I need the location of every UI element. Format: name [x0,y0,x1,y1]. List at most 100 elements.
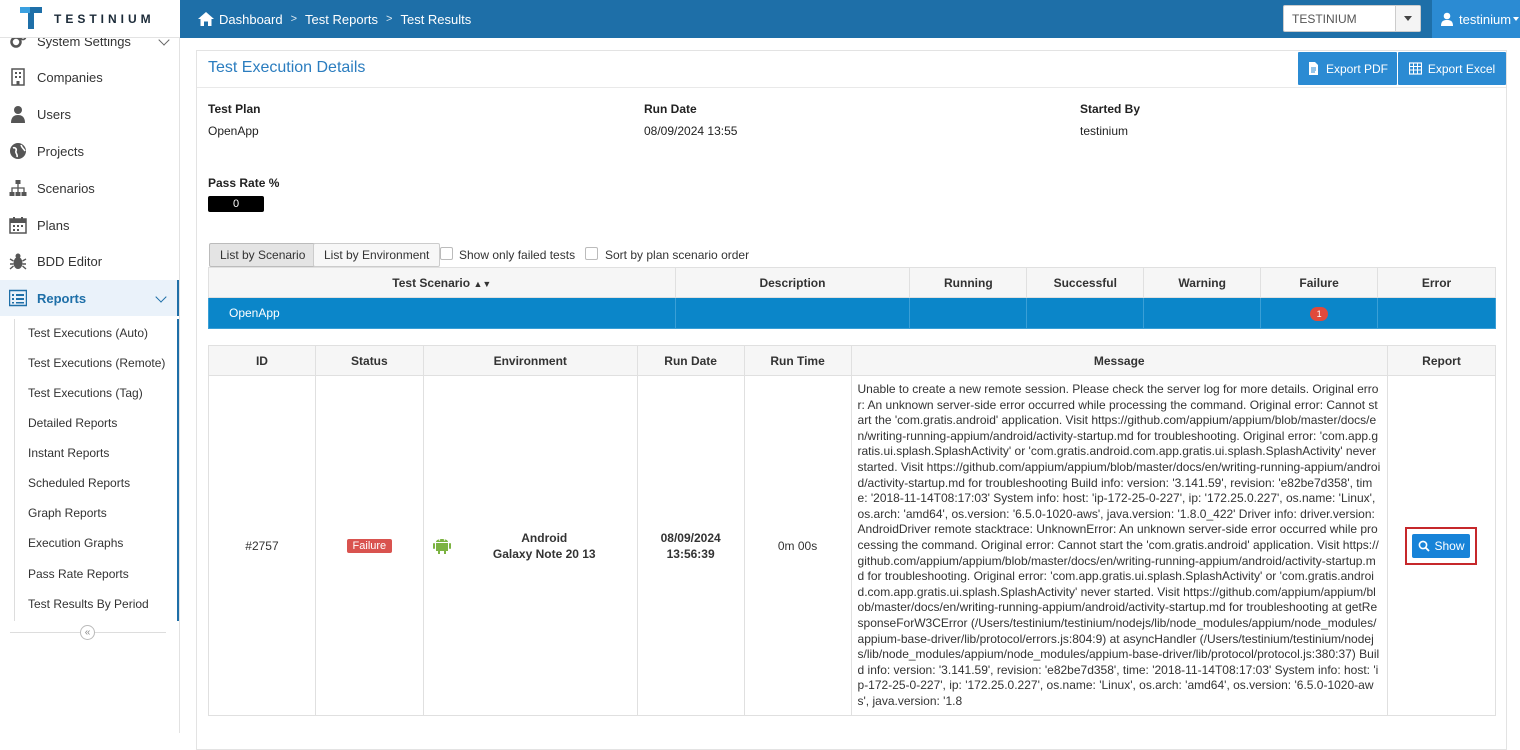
run-date-time: 13:56:39 [666,546,715,561]
tab-list-by-environment[interactable]: List by Environment [313,243,441,267]
home-icon[interactable] [198,12,214,26]
export-pdf-label: Export PDF [1325,61,1388,76]
submenu-item-test-executions-remote[interactable]: Test Executions (Remote) [28,354,165,372]
show-only-failed-label: Show only failed tests [459,248,576,262]
result-run-date: 08/09/2024 13:56:39 [636,374,745,717]
column-header-message: Message [850,345,1388,376]
sidebar-item-label: Scenarios [37,180,95,196]
status-badge: Failure [346,539,393,554]
testinium-logo-icon [20,7,42,29]
table-row: #2757 Failure Android Galaxy Note 20 13 … [208,374,1497,717]
show-report-button[interactable]: Show [1412,533,1471,558]
results-table: ID Status Environment Run Date Run Time … [208,345,1497,717]
top-bar: TESTINIUM Dashboard > Test Reports > Tes… [0,0,1520,38]
test-execution-panel: Test Execution Details Export PDF Export… [196,50,1507,750]
building-icon [11,68,25,86]
tab-list-by-scenario[interactable]: List by Scenario [209,243,317,267]
logo[interactable]: TESTINIUM [0,0,180,38]
column-header-failure: Failure [1260,267,1379,298]
column-header-description: Description [674,267,911,298]
sidebar-item-reports[interactable]: Reports [0,280,179,316]
chevron-down-icon[interactable] [1395,6,1420,31]
chevron-down-icon [158,38,170,46]
column-header-environment: Environment [422,345,638,376]
submenu-item-scheduled-reports[interactable]: Scheduled Reports [28,474,130,492]
show-button-highlight: Show [1405,526,1478,565]
sidebar-item-label: Reports [37,290,87,306]
table-icon [1408,62,1422,75]
scenario-name[interactable]: OpenApp [208,297,676,329]
column-header-test-scenario[interactable]: Test Scenario ▲▼ [208,267,676,298]
scenario-successful [1026,297,1145,329]
show-only-failed-checkbox[interactable] [440,247,453,260]
started-by-value: testinium [1080,124,1129,138]
result-run-time: 0m 00s [743,374,852,717]
sidebar-item-label: Companies [37,69,103,85]
sidebar-item-plans[interactable]: Plans [0,207,179,243]
export-pdf-button[interactable]: Export PDF [1298,52,1397,85]
android-icon [432,538,451,554]
submenu-item-graph-reports[interactable]: Graph Reports [28,504,107,522]
sidebar-item-users[interactable]: Users [0,96,179,132]
scenario-table-header: Test Scenario ▲▼ Description Running Suc… [208,267,1496,298]
submenu-item-execution-graphs[interactable]: Execution Graphs [28,534,123,552]
organization-select[interactable]: TESTINIUM [1283,5,1421,32]
user-name: testinium [1459,11,1512,27]
submenu-item-test-executions-auto[interactable]: Test Executions (Auto) [28,324,148,342]
run-date-value: 08/09/2024 13:55 [644,124,738,138]
sidebar-item-bdd-editor[interactable]: BDD Editor [0,243,179,279]
submenu-item-detailed-reports[interactable]: Detailed Reports [28,414,117,432]
sidebar-item-label: System Settings [37,38,131,49]
test-plan-label: Test Plan [208,102,261,116]
result-id: #2757 [208,374,316,717]
collapse-sidebar-icon[interactable]: « [80,625,95,640]
sidebar-item-projects[interactable]: Projects [0,133,179,169]
show-report-label: Show [1434,538,1465,553]
sidebar-item-scenarios[interactable]: Scenarios [0,170,179,206]
reports-submenu: Test Executions (Auto) Test Executions (… [0,319,179,621]
column-header-warning: Warning [1143,267,1262,298]
caret-down-icon [1513,17,1520,21]
calendar-icon [9,217,27,234]
bug-icon [9,253,27,270]
started-by-label: Started By [1080,102,1141,116]
submenu-item-pass-rate-reports[interactable]: Pass Rate Reports [28,565,129,583]
breadcrumb-test-results: Test Results [400,11,472,27]
submenu-item-test-executions-tag[interactable]: Test Executions (Tag) [28,384,143,402]
globe-icon [10,143,26,159]
panel-header-divider [197,87,1506,88]
breadcrumb-separator-icon: > [386,13,393,25]
user-icon [11,106,25,123]
submenu-item-test-results-by-period[interactable]: Test Results By Period [28,595,149,613]
column-header-successful: Successful [1026,267,1145,298]
sitemap-icon [9,180,27,196]
column-header-id: ID [208,345,316,376]
result-environment: Android Galaxy Note 20 13 [422,374,638,717]
test-plan-value: OpenApp [208,124,259,138]
submenu-item-instant-reports[interactable]: Instant Reports [28,444,109,462]
breadcrumb-dashboard[interactable]: Dashboard [219,12,283,27]
scenario-running [909,297,1028,329]
breadcrumb-test-reports[interactable]: Test Reports [305,12,378,27]
sidebar-item-system-settings[interactable]: System Settings [0,38,179,59]
run-date-label: Run Date [644,102,697,116]
sidebar-item-companies[interactable]: Companies [0,59,179,95]
sidebar-item-label: Users [37,106,71,122]
export-excel-button[interactable]: Export Excel [1398,52,1506,85]
column-header-error: Error [1377,267,1496,298]
user-icon [1441,12,1453,26]
scenario-row[interactable]: OpenApp 1 [208,297,1496,329]
sort-plan-order-checkbox[interactable] [585,247,598,260]
user-menu-button[interactable]: testinium [1432,0,1520,38]
organization-select-value: TESTINIUM [1292,12,1357,26]
search-icon [1419,540,1431,552]
chevron-down-icon [155,291,167,303]
column-header-running: Running [909,267,1028,298]
column-header-run-time: Run Time [743,345,852,376]
pass-rate-value: 0 [208,196,264,212]
scenario-warning [1143,297,1262,329]
page-title: Test Execution Details [208,59,366,76]
file-pdf-icon [1308,62,1318,75]
pass-rate-label: Pass Rate % [208,176,280,190]
scenario-failure: 1 [1260,297,1379,329]
